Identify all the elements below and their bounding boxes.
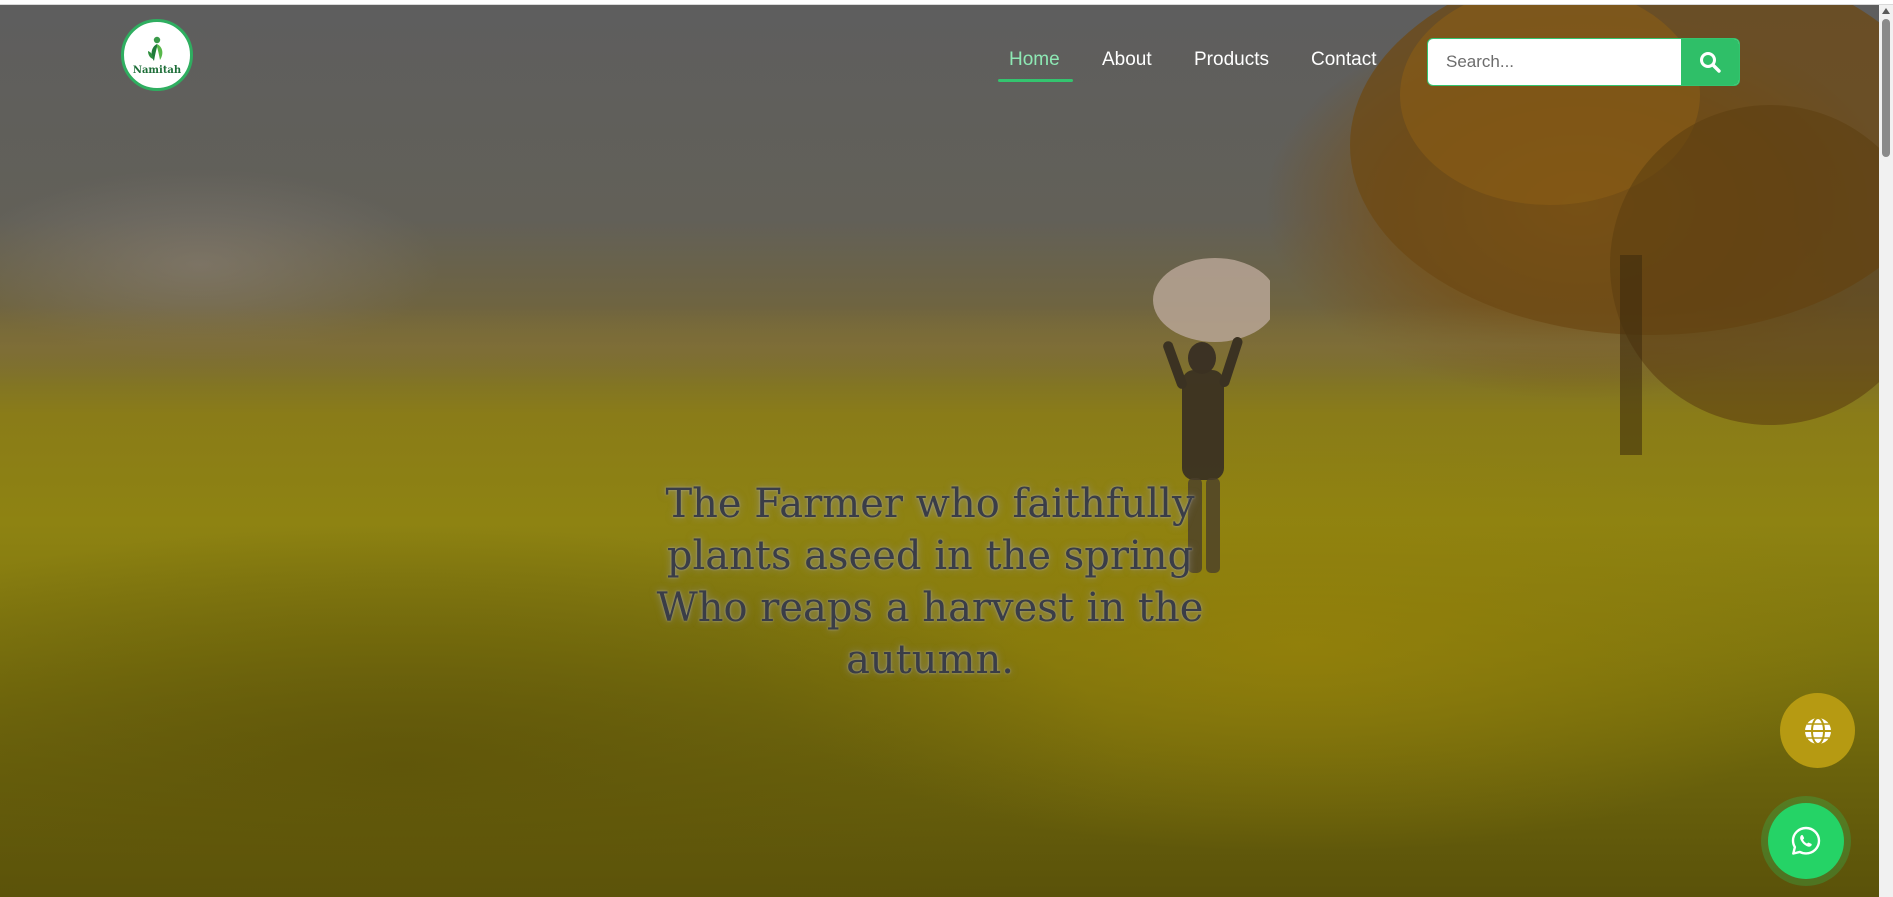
scroll-up-arrow[interactable]: [1882, 8, 1890, 14]
hero-headline: The Farmer who faithfully plants aseed i…: [656, 481, 1204, 683]
nav-active-indicator: [998, 79, 1073, 82]
search-box: [1427, 38, 1740, 86]
page-scrollbar[interactable]: [1879, 5, 1893, 897]
nav-about[interactable]: About: [1102, 49, 1152, 71]
leaf-person-icon: [148, 36, 163, 61]
hero-section: Namitah Home About Products Contact The …: [0, 5, 1879, 897]
search-input[interactable]: [1428, 39, 1681, 85]
search-icon: [1700, 52, 1721, 73]
nav-home[interactable]: Home: [1009, 49, 1060, 71]
search-button[interactable]: [1681, 39, 1739, 85]
whatsapp-chat-button[interactable]: [1761, 796, 1851, 886]
nav-contact[interactable]: Contact: [1311, 49, 1376, 71]
scroll-thumb[interactable]: [1882, 19, 1890, 157]
whatsapp-icon: [1791, 826, 1821, 855]
nav-products[interactable]: Products: [1194, 49, 1269, 71]
globe-icon: [1804, 716, 1831, 745]
site-logo[interactable]: Namitah: [121, 19, 193, 91]
logo-text: Namitah: [132, 64, 182, 76]
whatsapp-button-inner: [1768, 803, 1844, 879]
language-button[interactable]: [1780, 693, 1855, 768]
